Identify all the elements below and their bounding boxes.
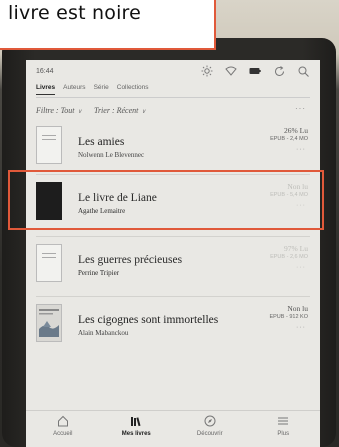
filter-dropdown[interactable]: Filtre : Tout ∨ [36, 106, 82, 115]
read-status: Non lu [287, 304, 308, 313]
book-more-button[interactable]: ··· [296, 324, 306, 331]
cover-placeholder [42, 253, 56, 261]
book-title: Les guerres précieuses [78, 254, 183, 266]
books-icon [130, 415, 142, 429]
book-cover [36, 244, 62, 282]
book-more-button[interactable]: ··· [296, 146, 306, 153]
book-cover-illustrated [36, 304, 62, 342]
sort-label: Trier : Récent [93, 106, 139, 115]
nav-plus[interactable]: Plus [253, 415, 313, 437]
book-item[interactable]: Les cigognes sont immortelles Alain Maba… [26, 300, 320, 356]
bottom-nav: Accueil Mes livres Découvrir Plus [26, 410, 320, 447]
book-meta: EPUB - 2,6 MO [270, 254, 308, 260]
tab-auteurs[interactable]: Auteurs [63, 84, 85, 95]
sort-dropdown[interactable]: Trier : Récent ∨ [94, 106, 146, 115]
caption-box: livre est noire [0, 0, 216, 50]
book-author: Nolwenn Le Blevennec [78, 151, 145, 159]
cover-placeholder [42, 135, 56, 143]
book-meta: EPUB - 2,4 MO [270, 136, 308, 142]
chevron-down-icon: ∨ [141, 109, 146, 115]
book-item[interactable]: Les guerres précieuses Perrine Tripier 9… [26, 240, 320, 296]
cover-illustration [39, 309, 59, 337]
home-icon [57, 415, 69, 429]
wifi-icon[interactable] [224, 64, 238, 78]
book-title: Les cigognes sont immortelles [78, 314, 219, 326]
read-status: 26% Lu [284, 126, 308, 135]
book-more-button[interactable]: ··· [296, 264, 306, 271]
read-status: 97% Lu [284, 244, 308, 253]
book-title: Les amies [78, 136, 125, 148]
sync-icon[interactable] [272, 64, 286, 78]
tab-serie[interactable]: Série [94, 84, 109, 95]
nav-accueil[interactable]: Accueil [33, 415, 93, 437]
status-bar: 16:44 [26, 60, 320, 86]
book-cover [36, 126, 62, 164]
filter-more-button[interactable]: ··· [295, 104, 306, 113]
brightness-icon[interactable] [200, 64, 214, 78]
status-icons [200, 64, 310, 78]
book-meta: EPUB - 912 KO [269, 314, 308, 320]
nav-label: Accueil [53, 431, 73, 437]
nav-mes-livres[interactable]: Mes livres [106, 415, 166, 437]
search-icon[interactable] [296, 64, 310, 78]
tab-collections[interactable]: Collections [117, 84, 149, 95]
book-author: Perrine Tripier [78, 269, 120, 277]
list-divider [36, 236, 310, 237]
filter-label: Filtre : Tout [36, 106, 75, 115]
battery-icon [248, 64, 262, 78]
nav-label: Découvrir [196, 431, 223, 437]
caption-text: livre est noire [8, 2, 142, 24]
chevron-down-icon: ∨ [77, 109, 82, 115]
status-time: 16:44 [36, 68, 54, 75]
library-tabs: Livres Auteurs Série Collections [36, 84, 149, 95]
filter-bar: Filtre : Tout ∨ Trier : Récent ∨ [36, 106, 146, 115]
tabs-divider [36, 97, 310, 98]
nav-decouvrir[interactable]: Découvrir [180, 415, 240, 437]
nav-label: Plus [277, 431, 290, 437]
list-divider [36, 296, 310, 297]
ereader-screen: 16:44 Livres Auteurs Série Collections ·… [26, 60, 320, 447]
menu-icon [277, 415, 289, 429]
compass-icon [204, 415, 216, 429]
nav-label: Mes livres [121, 431, 151, 437]
book-author: Alain Mabanckou [78, 329, 129, 337]
selection-highlight-box [8, 170, 324, 230]
tab-livres[interactable]: Livres [36, 84, 56, 95]
